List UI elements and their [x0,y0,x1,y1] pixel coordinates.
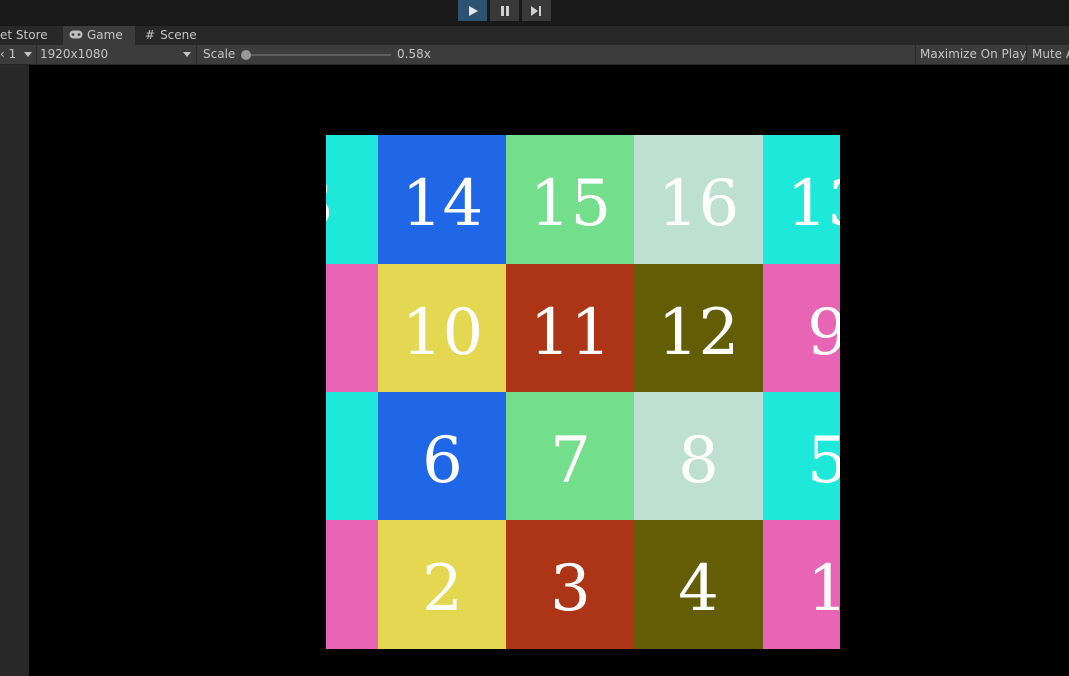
chevron-down-icon [24,52,32,57]
tab-game[interactable]: Game [63,26,135,45]
tile [326,264,378,393]
tile: 3 [506,520,635,649]
pause-icon [500,5,509,16]
tile: 11 [506,264,635,393]
tile: 9 [763,264,840,393]
tile: 10 [378,264,507,393]
chevron-down-icon [183,52,191,57]
tile-label: 3 [550,551,591,626]
mute-audio-toggle[interactable]: Mute A [1032,45,1069,64]
resolution-dropdown[interactable]: 1920x1080 [40,45,195,64]
tab-scene[interactable]: # Scene [145,26,215,45]
display-label: ‹ 1 [0,47,17,61]
tile: 8 [634,392,763,521]
tile-label: 7 [550,423,591,498]
resolution-label: 1920x1080 [40,47,109,61]
divider [915,45,916,64]
tile: 12 [634,264,763,393]
tile-label: 2 [422,551,463,626]
maximize-on-play-toggle[interactable]: Maximize On Play [920,45,1027,64]
display-dropdown[interactable]: ‹ 1 [0,45,36,64]
scale-slider-handle[interactable] [241,50,251,60]
tab-game-label: Game [87,28,123,42]
tile: 2 [378,520,507,649]
gamepad-icon [69,26,83,45]
puzzle-board: 3 14 15 16 13 10 11 12 9 6 7 8 5 2 3 4 1 [326,135,840,649]
tile: 14 [378,135,507,264]
scale-label: Scale [203,47,236,61]
tab-bar: et Store Game # Scene [0,26,1069,45]
tile-label: 6 [422,423,463,498]
pause-button[interactable] [490,0,519,21]
tab-asset-store[interactable]: et Store [0,26,62,45]
tile-label: 3 [326,172,334,236]
tile-label: 9 [807,295,840,370]
tile: 6 [378,392,507,521]
scale-slider-track[interactable] [246,54,391,56]
tile [326,520,378,649]
tab-scene-label: Scene [160,28,197,42]
left-panel [0,65,29,676]
tile: 13 [763,135,840,264]
play-icon [468,5,478,16]
tile-label: 16 [657,166,740,241]
step-icon [531,5,541,16]
tile: 3 [326,135,378,264]
tile-label: 12 [657,295,740,370]
step-button[interactable] [522,0,551,21]
tile: 5 [763,392,840,521]
tile: 4 [634,520,763,649]
tile-label: 11 [529,295,612,370]
grid-icon: # [145,28,156,42]
game-toolbar: ‹ 1 1920x1080 Scale 0.58x Maximize On Pl… [0,45,1069,65]
tile-label: 13 [786,166,840,241]
divider [36,45,37,64]
tile: 15 [506,135,635,264]
tile-label: 5 [807,423,840,498]
divider [196,45,197,64]
tab-asset-store-label: et Store [0,28,48,42]
tile-label: 14 [401,166,484,241]
tile-label: 15 [529,166,612,241]
tile: 16 [634,135,763,264]
tile-label: 1 [807,551,840,626]
play-button[interactable] [458,0,487,21]
tile: 1 [763,520,840,649]
tile-label: 4 [678,551,719,626]
scale-value: 0.58x [397,47,431,61]
tile [326,392,378,521]
tile-label: 10 [401,295,484,370]
play-toolbar [0,0,1069,26]
divider [1026,45,1027,64]
tile-label: 8 [678,423,719,498]
tile: 7 [506,392,635,521]
